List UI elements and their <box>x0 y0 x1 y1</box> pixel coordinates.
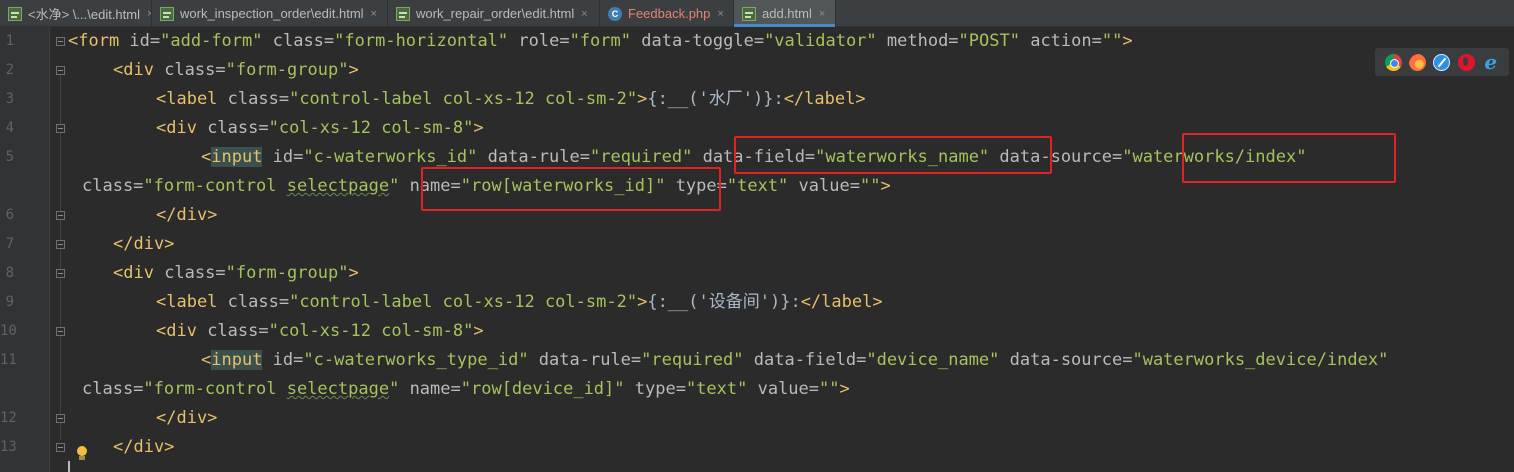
line-number: 11 <box>0 352 17 368</box>
fold-marker-icon[interactable] <box>56 37 65 46</box>
line-number: 2 <box>5 62 14 78</box>
editor-tab-bar: <水净> \...\edit.html × work_inspection_or… <box>0 0 1514 27</box>
code-line-3: <label class="control-label col-xs-12 co… <box>156 89 866 109</box>
code-line-12: </div> <box>156 408 218 428</box>
fold-marker-icon[interactable] <box>56 414 65 423</box>
line-number: 6 <box>5 207 14 223</box>
line-number: 9 <box>5 294 14 310</box>
chrome-icon[interactable] <box>1384 53 1402 71</box>
code-editor[interactable]: <form id="add-form" class="form-horizont… <box>68 27 1514 472</box>
firefox-icon[interactable] <box>1409 53 1427 71</box>
fold-marker-icon[interactable] <box>56 327 65 336</box>
tab-shuijing-edit-html[interactable]: <水净> \...\edit.html × <box>0 0 152 27</box>
ie-icon[interactable]: e <box>1482 52 1499 72</box>
line-number: 4 <box>5 120 14 136</box>
php-class-icon: C <box>608 6 622 21</box>
tab-work-inspection-order-edit[interactable]: work_inspection_order\edit.html × <box>152 0 388 27</box>
code-line-6: </div> <box>156 205 218 225</box>
code-line-11-wrap: class="form-control selectpage" name="ro… <box>82 379 850 399</box>
line-number: 10 <box>0 323 17 339</box>
close-icon[interactable]: × <box>819 8 825 20</box>
line-number: 1 <box>5 33 14 49</box>
code-line-4: <div class="col-xs-12 col-sm-8"> <box>156 118 484 138</box>
line-number: 13 <box>0 439 17 455</box>
code-line-2: <div class="form-group"> <box>113 60 359 80</box>
line-number: 8 <box>5 265 14 281</box>
fold-marker-icon[interactable] <box>56 66 65 75</box>
tab-feedback-php[interactable]: C Feedback.php × <box>600 0 734 27</box>
close-icon[interactable]: × <box>581 8 587 20</box>
tab-label: Feedback.php <box>628 6 711 21</box>
lightbulb-icon[interactable] <box>76 446 88 462</box>
fold-marker-icon[interactable] <box>56 269 65 278</box>
fold-marker-icon[interactable] <box>56 443 65 452</box>
text-caret <box>68 461 70 472</box>
code-line-1: <form id="add-form" class="form-horizont… <box>68 31 1133 51</box>
fold-marker-icon[interactable] <box>56 240 65 249</box>
code-line-7: </div> <box>113 234 175 254</box>
close-icon[interactable]: × <box>717 8 723 20</box>
line-number: 12 <box>0 410 17 426</box>
close-icon[interactable]: × <box>371 8 377 20</box>
fold-marker-icon[interactable] <box>56 211 65 220</box>
line-number: 5 <box>5 149 14 165</box>
html-file-icon <box>8 6 22 21</box>
opera-icon[interactable] <box>1457 53 1475 71</box>
html-file-icon <box>742 6 756 21</box>
line-number-gutter: 1 2 3 4 5 6 7 8 9 10 11 12 13 <box>0 27 50 472</box>
code-line-5: <input id="c-waterworks_id" data-rule="r… <box>201 147 1307 167</box>
line-number: 3 <box>5 91 14 107</box>
safari-icon[interactable] <box>1433 53 1451 71</box>
tab-label: work_repair_order\edit.html <box>416 6 575 21</box>
tab-label: work_inspection_order\edit.html <box>180 6 364 21</box>
browser-preview-bar: e <box>1375 48 1509 76</box>
code-line-11: <input id="c-waterworks_type_id" data-ru… <box>201 350 1389 370</box>
code-line-10: <div class="col-xs-12 col-sm-8"> <box>156 321 484 341</box>
code-line-5-wrap: class="form-control selectpage" name="ro… <box>82 176 891 196</box>
html-file-icon <box>160 6 174 21</box>
code-line-13: </div> <box>113 437 175 457</box>
line-number: 7 <box>5 236 14 252</box>
code-line-8: <div class="form-group"> <box>113 263 359 283</box>
code-line-9: <label class="control-label col-xs-12 co… <box>156 292 883 312</box>
html-file-icon <box>396 6 410 21</box>
tab-label: add.html <box>762 6 812 21</box>
tab-add-html[interactable]: add.html × <box>734 0 836 27</box>
tab-label: <水净> \...\edit.html <box>28 7 140 22</box>
tab-work-repair-order-edit[interactable]: work_repair_order\edit.html × <box>388 0 600 27</box>
fold-marker-icon[interactable] <box>56 124 65 133</box>
